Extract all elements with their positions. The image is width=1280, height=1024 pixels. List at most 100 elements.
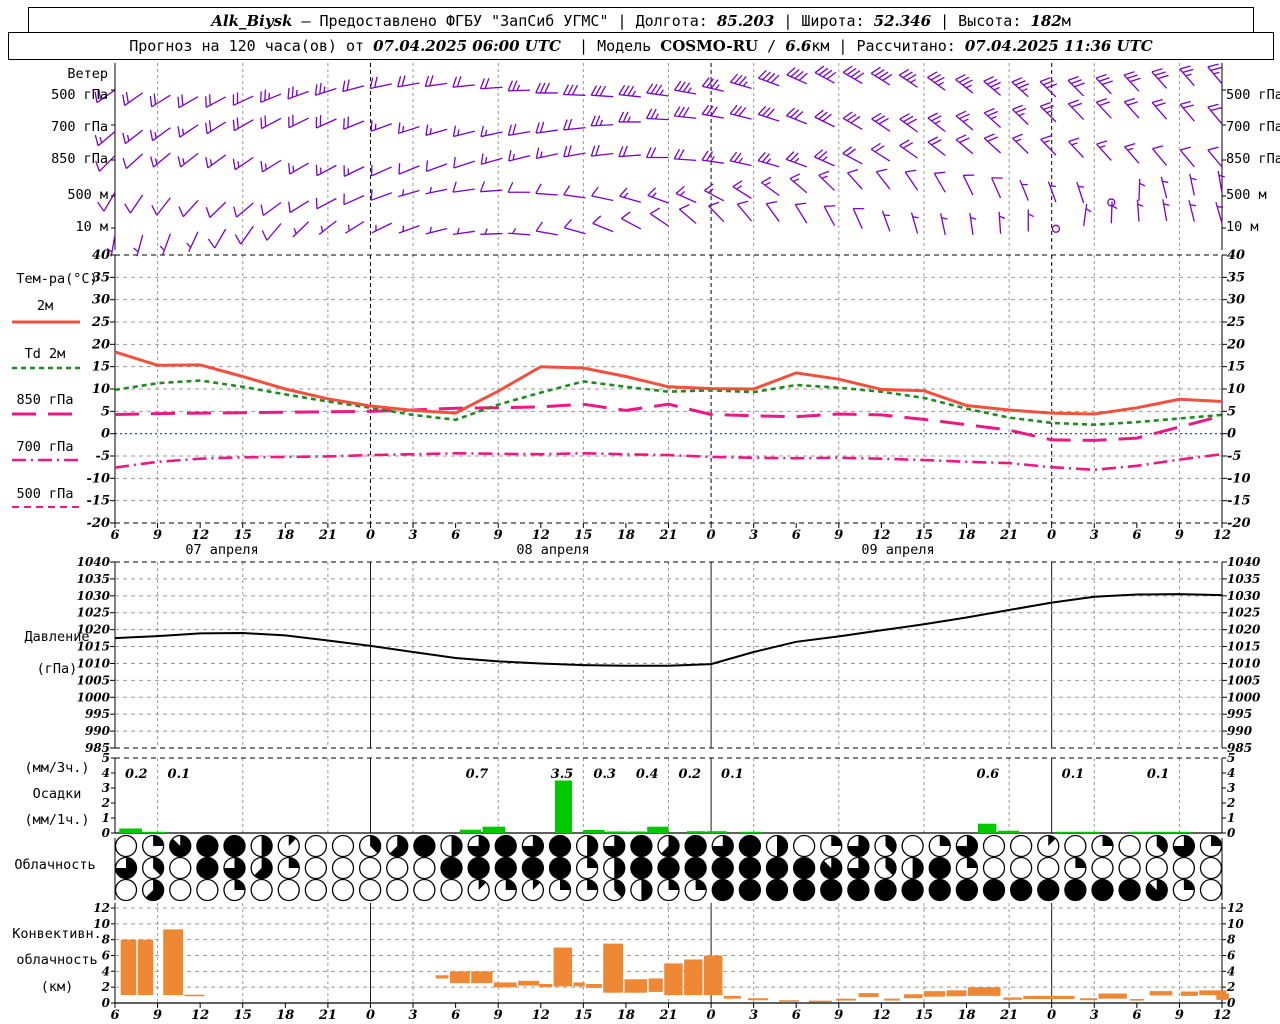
hour-label: 0	[707, 528, 716, 543]
convective-cloud-bar	[471, 971, 493, 984]
cloud-cover-symbol	[331, 856, 355, 880]
wind-barb	[969, 212, 977, 235]
convective-cloud-bar	[884, 998, 900, 1001]
wind-barb	[1179, 65, 1195, 87]
hour-label: 15	[574, 528, 592, 543]
wind-barb	[898, 68, 918, 88]
cloud-panel-title: Облачность	[14, 857, 96, 873]
cloud-cover-symbol	[739, 857, 761, 879]
header-text: /	[758, 37, 786, 55]
cloud-cover-symbol	[658, 857, 679, 879]
convective-cloud-bar	[586, 984, 602, 988]
hour-label: 18	[617, 528, 635, 543]
wind-barb	[1160, 176, 1169, 199]
wind-barb	[704, 183, 725, 202]
convective-cloud-bar	[1003, 997, 1022, 1000]
axis-tick-label: 4	[1227, 964, 1235, 978]
hour-label: 12	[191, 528, 209, 543]
wind-level-label: 500 гПа	[51, 87, 108, 103]
axis-tick-label: 0	[1227, 427, 1236, 442]
precip-bar	[628, 831, 646, 833]
convective-cloud-bar	[137, 939, 154, 996]
cloud-cover-symbol	[413, 878, 436, 902]
wind-barb	[261, 223, 282, 241]
cloud-cover-fill	[695, 879, 707, 890]
hour-label: 12	[1213, 528, 1231, 543]
header-text: — Предоставлено ФГБУ "ЗапСиб УГМС" |	[292, 11, 636, 30]
cloud-cover-fill	[1102, 835, 1113, 846]
axis-tick-label: 10	[1227, 917, 1244, 931]
wind-barb	[761, 176, 780, 197]
cloud-cover-symbol	[413, 835, 435, 857]
wind-barb	[149, 127, 171, 142]
header-text: Прогноз на 120 часа(ов) от	[129, 37, 374, 55]
cloud-cover-symbol	[630, 857, 652, 879]
hour-label: 18	[957, 1008, 975, 1023]
legend-label-t2m: 2м	[36, 298, 54, 314]
cloud-cover-symbol	[1009, 834, 1033, 858]
convective-cloud-bar	[624, 979, 648, 993]
wind-barb	[701, 77, 724, 92]
hour-label: 12	[532, 528, 550, 543]
axis-tick-label: 4	[1227, 766, 1235, 780]
hour-label: 6	[451, 528, 460, 543]
altitude-value: 182	[1030, 11, 1062, 30]
precip-bar	[583, 830, 605, 833]
wind-barb	[870, 142, 891, 162]
hour-label: 21	[318, 528, 337, 543]
wind-barb	[765, 201, 780, 222]
date-label: 09 апреля	[861, 542, 934, 558]
wind-barb	[955, 134, 974, 155]
axis-tick-label: 1015	[1227, 640, 1260, 654]
meteogram-plot: 40 4035 3530 3025 2520 2015 1510 105 50 0-5 -5-10-…	[12, 63, 1261, 1023]
axis-tick-label: -20	[87, 516, 111, 531]
wind-barb	[535, 183, 558, 196]
cloud-cover-symbol	[358, 878, 382, 902]
axis-tick-label: 6	[1227, 949, 1236, 963]
axis-tick-label: 25	[1226, 315, 1245, 330]
axis-tick-label: 2	[1226, 980, 1235, 994]
cloud-cover-symbol	[792, 834, 816, 858]
wind-barb	[397, 75, 420, 88]
calc-datetime: 07.04.2025 11:36 UTC	[964, 37, 1153, 55]
wind-barb	[151, 197, 171, 216]
wind-barb	[621, 211, 642, 230]
wind-barb	[508, 228, 531, 236]
wind-barb	[1152, 145, 1168, 166]
hour-label: 21	[658, 528, 677, 543]
cloud-cover-symbol	[331, 878, 355, 902]
convective-cloud-bar	[648, 978, 663, 992]
cloud-cover-symbol	[685, 857, 707, 879]
precip-bar	[1169, 831, 1191, 833]
precip-amount-label: 0.1	[168, 767, 191, 782]
axis-tick-label: 30	[1227, 293, 1245, 308]
convective-cloud-bar	[603, 943, 624, 993]
wind-barb	[1179, 146, 1195, 168]
hour-label: 3	[409, 1008, 418, 1023]
cloud-cover-fill	[831, 835, 842, 846]
hour-label: 6	[1132, 528, 1141, 543]
precip-amount-label: 0.2	[678, 767, 701, 782]
wind-barb	[508, 150, 531, 162]
wind-barb	[315, 115, 337, 129]
wind-barb	[343, 193, 365, 206]
wind-barb	[397, 122, 420, 135]
precip-amount-label: 0.7	[466, 767, 489, 782]
axis-tick-label: 0	[102, 996, 111, 1010]
cloud-cover-symbol	[1118, 856, 1141, 880]
cloud-cover-symbol	[250, 878, 273, 902]
cloud-cover-symbol	[224, 835, 245, 857]
cloud-cover-symbol	[386, 878, 409, 902]
cloud-cover-symbol	[1145, 856, 1168, 880]
wind-barb	[535, 147, 558, 159]
wind-barb	[480, 228, 503, 235]
axis-tick-label: 3	[1227, 781, 1235, 795]
wind-barb	[590, 144, 614, 157]
precip-bar	[647, 826, 669, 833]
cloud-cover-symbol	[386, 856, 409, 880]
cloud-cover-fill	[587, 835, 598, 857]
wind-barb	[649, 207, 669, 227]
wind-barb	[1151, 68, 1169, 89]
axis-tick-label: 1025	[1227, 606, 1260, 620]
wind-barb	[590, 115, 614, 127]
